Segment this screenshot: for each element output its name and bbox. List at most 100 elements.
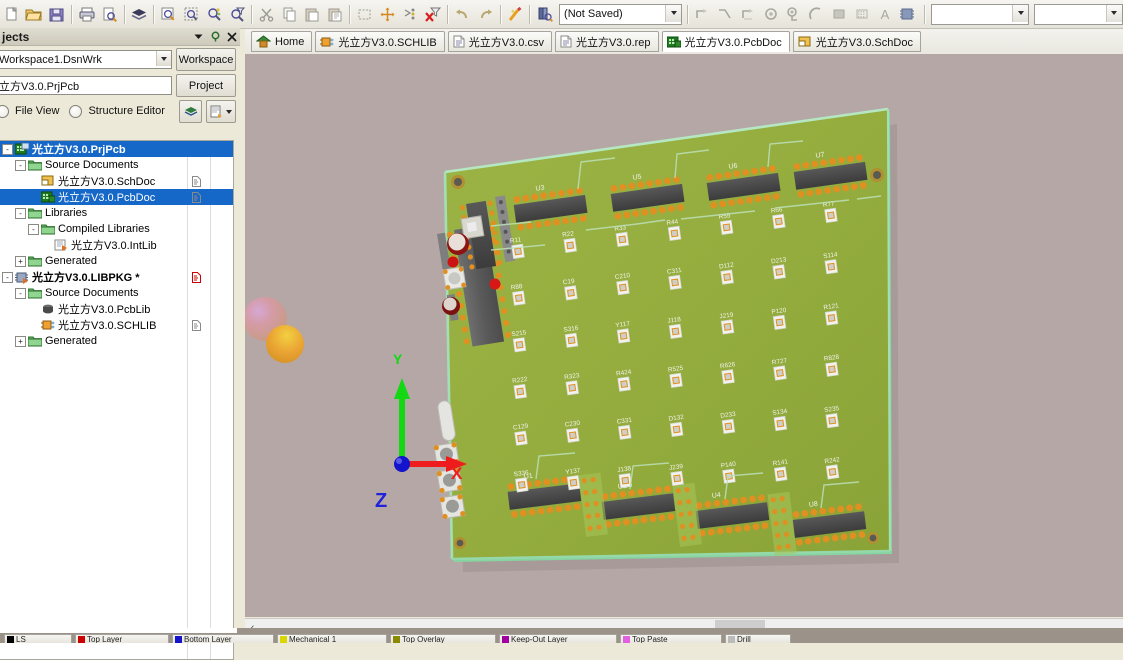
project-field[interactable]: 立方V3.0.PrjPcb xyxy=(0,76,172,95)
marquee-select-icon[interactable] xyxy=(354,2,375,26)
tree-item[interactable]: 光立方V3.0.PcbDoc xyxy=(0,189,233,205)
panel-menu-icon[interactable] xyxy=(193,32,204,41)
paste-special-icon[interactable] xyxy=(325,2,346,26)
layer-tabs[interactable]: LS Top Layer Bottom Layer Mechanical 1 Top O… xyxy=(0,634,791,643)
document-tab[interactable]: 光立方V3.0.rep xyxy=(554,31,659,52)
save-disk-icon[interactable] xyxy=(47,2,68,26)
tree-item[interactable]: - Libraries xyxy=(0,205,233,221)
collapse-icon[interactable]: - xyxy=(2,271,13,283)
tree-item[interactable]: 光立方V3.0.IntLib xyxy=(0,237,233,253)
tree-item[interactable]: + Generated xyxy=(0,253,233,269)
document-tab[interactable]: 光立方V3.0.SCHLIB xyxy=(315,31,445,52)
layers-icon[interactable] xyxy=(129,2,150,26)
layer-tab-label: Bottom Layer xyxy=(184,634,232,643)
align-icon[interactable] xyxy=(400,2,421,26)
move-cross-icon[interactable] xyxy=(377,2,398,26)
tree-item[interactable]: - 光立方V3.0.LIBPKG * xyxy=(0,269,233,285)
layer-tab[interactable]: Keep-Out Layer xyxy=(499,634,617,643)
place-region-icon[interactable] xyxy=(851,2,872,26)
place-pad-icon[interactable] xyxy=(783,2,804,26)
workspace-row: Workspace1.DsnWrk Workspace xyxy=(0,46,240,72)
scissors-icon[interactable] xyxy=(256,2,277,26)
tree-item[interactable]: 光立方V3.0.SCHLIB xyxy=(0,317,233,333)
place-track-icon[interactable] xyxy=(715,2,736,26)
layer-tab[interactable]: Mechanical 1 xyxy=(277,634,387,643)
open-project-button[interactable] xyxy=(206,100,236,123)
place-polygon-icon[interactable] xyxy=(737,2,758,26)
layer-tab[interactable]: Top Layer xyxy=(75,634,169,643)
print-preview-icon[interactable] xyxy=(99,2,120,26)
layer-tab[interactable]: Top Paste xyxy=(620,634,722,643)
collapse-icon[interactable]: - xyxy=(15,287,26,299)
saved-state-combo[interactable]: (Not Saved) xyxy=(559,3,683,25)
place-fill-icon[interactable] xyxy=(829,2,850,26)
toolbar-separator xyxy=(71,4,73,24)
tree-item[interactable]: - Source Documents xyxy=(0,157,233,173)
open-folder-icon[interactable] xyxy=(24,2,45,26)
chevron-down-icon[interactable] xyxy=(156,51,171,66)
chevron-down-icon[interactable] xyxy=(1105,4,1122,22)
magic-wand-icon[interactable] xyxy=(505,2,526,26)
new-doc-icon[interactable] xyxy=(1,2,22,26)
zoom-area-icon[interactable] xyxy=(181,2,202,26)
pcb-3d-viewport[interactable]: U3 U5 U6 U7 U1 U4 U8 R11 R22 R33 R44 R55… xyxy=(245,54,1123,617)
layer-tab[interactable]: Drill xyxy=(725,634,791,643)
place-via-icon[interactable] xyxy=(760,2,781,26)
chevron-down-icon[interactable] xyxy=(665,4,682,22)
pin-panel-icon[interactable] xyxy=(210,31,221,42)
expand-icon[interactable]: + xyxy=(15,255,26,267)
tree-item[interactable]: - 光立方V3.0.PrjPcb xyxy=(0,141,233,157)
redo-arrow-icon[interactable] xyxy=(475,2,496,26)
zoom-filter-icon[interactable] xyxy=(227,2,248,26)
document-status-icon xyxy=(192,191,201,203)
project-row: 立方V3.0.PrjPcb Project xyxy=(0,72,240,98)
layer-tab-label: Mechanical 1 xyxy=(289,634,337,643)
layer-tab[interactable]: Bottom Layer xyxy=(172,634,274,643)
place-arc-icon[interactable] xyxy=(806,2,827,26)
document-tab[interactable]: 光立方V3.0.csv xyxy=(447,31,552,52)
place-component-icon[interactable] xyxy=(897,2,918,26)
extra-combo[interactable] xyxy=(1034,3,1123,25)
collapse-icon[interactable]: - xyxy=(28,223,39,235)
layers-view-button[interactable] xyxy=(179,100,202,123)
tree-item[interactable]: 光立方V3.0.SchDoc xyxy=(0,173,233,189)
collapse-icon[interactable]: - xyxy=(15,207,26,219)
document-tab[interactable]: 光立方V3.0.SchDoc xyxy=(792,31,921,52)
zoom-doc-icon[interactable] xyxy=(158,2,179,26)
layer-combo[interactable] xyxy=(930,3,1030,25)
folder-icon xyxy=(41,223,55,236)
radio-structure-editor[interactable] xyxy=(69,104,83,118)
layer-tab[interactable]: LS xyxy=(4,634,72,643)
layer-tab-strip: LS Top Layer Bottom Layer Mechanical 1 Top O… xyxy=(0,628,1123,643)
collapse-icon[interactable]: - xyxy=(15,159,26,171)
paste-icon[interactable] xyxy=(302,2,323,26)
close-icon[interactable] xyxy=(227,31,237,42)
project-tree[interactable]: - 光立方V3.0.PrjPcb - Source Documents 光立方V3.0.… xyxy=(0,140,234,660)
clear-filter-icon[interactable] xyxy=(423,2,444,26)
document-tab-label: 光立方V3.0.SchDoc xyxy=(815,36,913,49)
expand-icon[interactable]: + xyxy=(15,335,26,347)
workspace-button[interactable]: Workspace xyxy=(176,48,236,71)
folder-icon xyxy=(28,255,42,268)
tree-item[interactable]: - Source Documents xyxy=(0,285,233,301)
copy-icon[interactable] xyxy=(279,2,300,26)
undo-arrow-icon[interactable] xyxy=(452,2,473,26)
layer-tab[interactable]: Top Overlay xyxy=(390,634,496,643)
tree-item[interactable]: - Compiled Libraries xyxy=(0,221,233,237)
place-string-icon[interactable]: A xyxy=(874,2,895,26)
printer-icon[interactable] xyxy=(76,2,97,26)
browse-lib-icon[interactable] xyxy=(534,2,555,26)
tree-item[interactable]: + Generated xyxy=(0,333,233,349)
workspace-combo[interactable]: Workspace1.DsnWrk xyxy=(0,50,172,69)
document-tab[interactable]: 光立方V3.0.PcbDoc xyxy=(661,31,790,52)
chevron-down-icon[interactable] xyxy=(1012,4,1029,22)
zoom-selected-icon[interactable] xyxy=(204,2,225,26)
place-line-icon[interactable] xyxy=(692,2,713,26)
tree-item[interactable]: 光立方V3.0.PcbLib xyxy=(0,301,233,317)
tact-switch xyxy=(439,493,466,520)
document-tab[interactable]: Home xyxy=(251,31,313,52)
document-status-icon xyxy=(192,319,201,331)
collapse-icon[interactable]: - xyxy=(2,143,13,155)
radio-file-view[interactable] xyxy=(0,104,9,118)
project-button[interactable]: Project xyxy=(176,74,236,97)
